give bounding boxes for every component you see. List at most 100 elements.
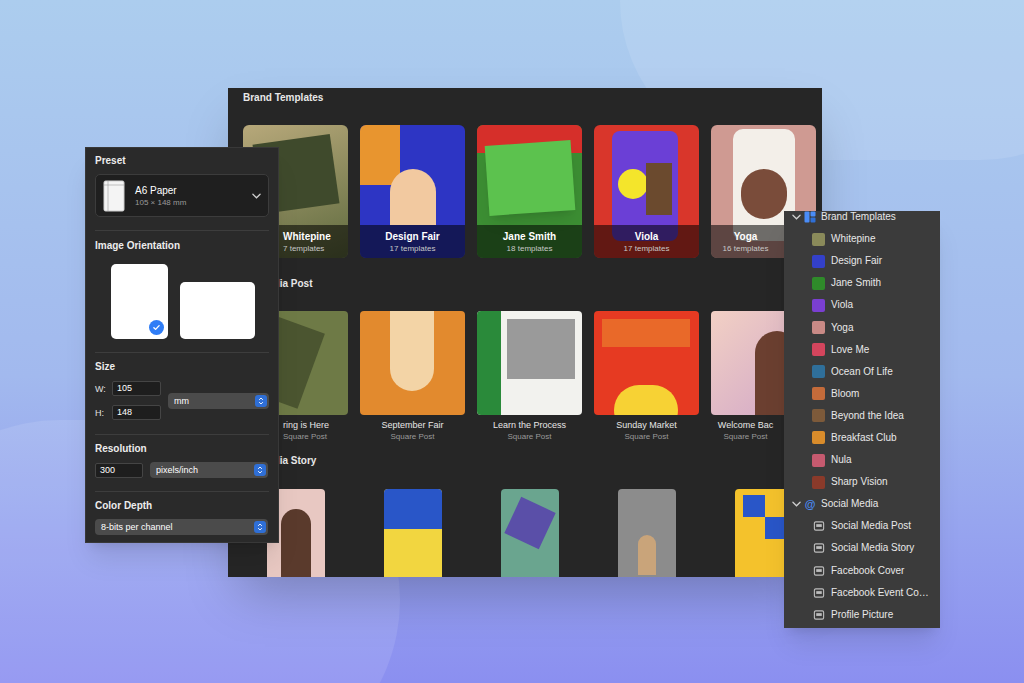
disclosure-icon[interactable] bbox=[792, 501, 801, 507]
color-depth-dropdown[interactable]: 8-bits per channel bbox=[95, 519, 268, 535]
post-card[interactable]: Sunday MarketSquare Post bbox=[594, 311, 699, 442]
tree-item[interactable]: Facebook Event Co… bbox=[784, 582, 940, 604]
card-label: Viola17 templates bbox=[594, 225, 699, 258]
group-label: Brand Templates bbox=[821, 211, 896, 223]
thumbnail-icon bbox=[812, 365, 825, 378]
thumbnail-icon bbox=[812, 409, 825, 422]
landscape-option[interactable] bbox=[180, 282, 255, 339]
section-title: edia Story bbox=[243, 454, 822, 468]
post-title: September Fair bbox=[381, 419, 443, 431]
width-field[interactable]: 105 bbox=[112, 381, 161, 396]
separator bbox=[95, 352, 269, 353]
panel-label: Preset bbox=[95, 148, 269, 168]
format-icon bbox=[812, 564, 825, 577]
item-label: Jane Smith bbox=[831, 277, 881, 289]
thumbnail-icon bbox=[812, 343, 825, 356]
format-icon bbox=[812, 608, 825, 621]
card-count: 7 templates bbox=[283, 243, 324, 254]
thumbnail-icon bbox=[812, 255, 825, 268]
panel-label: Image Orientation bbox=[95, 231, 269, 253]
post-title: Learn the Process bbox=[493, 419, 566, 431]
item-label: Beyond the Idea bbox=[831, 410, 904, 422]
tree-item[interactable]: Sharp Vision bbox=[784, 471, 940, 493]
paper-icon bbox=[103, 180, 125, 212]
post-type: Square Post bbox=[624, 431, 668, 442]
tree-item[interactable]: Design Fair bbox=[784, 250, 940, 272]
stepper-icon bbox=[254, 521, 266, 533]
card-title: Viola bbox=[635, 230, 659, 243]
post-card[interactable]: September FairSquare Post bbox=[360, 311, 465, 442]
orientation-options bbox=[95, 264, 269, 339]
chevron-down-icon bbox=[252, 193, 261, 199]
section-title: Brand Templates bbox=[243, 88, 822, 105]
tree-item[interactable]: Breakfast Club bbox=[784, 427, 940, 449]
story-card[interactable] bbox=[360, 489, 465, 577]
tree-item[interactable]: Jane Smith bbox=[784, 272, 940, 294]
item-label: Bloom bbox=[831, 388, 859, 400]
document-panel: Preset A6 Paper 105 × 148 mm Image Orien… bbox=[85, 147, 279, 543]
resolution-field[interactable]: 300 bbox=[95, 463, 143, 478]
brand-icon bbox=[804, 211, 816, 223]
tree-item[interactable]: Ocean Of Life bbox=[784, 361, 940, 383]
thumbnail-icon bbox=[812, 299, 825, 312]
item-label: Design Fair bbox=[831, 255, 882, 267]
height-field[interactable]: 148 bbox=[112, 405, 161, 420]
story-card[interactable] bbox=[477, 489, 582, 577]
item-label: Yoga bbox=[831, 322, 853, 334]
story-card[interactable] bbox=[594, 489, 699, 577]
post-thumbnail bbox=[477, 311, 582, 415]
post-title: Welcome Bac bbox=[718, 419, 773, 431]
tree-item[interactable]: Nula bbox=[784, 449, 940, 471]
item-label: Ocean Of Life bbox=[831, 366, 893, 378]
item-label: Whitepine bbox=[831, 233, 875, 245]
post-type: Square Post bbox=[283, 431, 327, 442]
portrait-option[interactable] bbox=[111, 264, 168, 339]
desktop: Brand Templates Whitepine7 templatesDesi… bbox=[0, 0, 1024, 683]
preset-dropdown[interactable]: A6 Paper 105 × 148 mm bbox=[95, 174, 269, 217]
item-label: Breakfast Club bbox=[831, 432, 897, 444]
thumbnail-icon bbox=[812, 431, 825, 444]
tree-item[interactable]: Social Media Story bbox=[784, 537, 940, 559]
separator bbox=[95, 434, 269, 435]
resolution-unit-dropdown[interactable]: pixels/inch bbox=[150, 462, 268, 478]
preset-size: 105 × 148 mm bbox=[135, 197, 242, 208]
item-label: Viola bbox=[831, 299, 853, 311]
template-card[interactable]: Jane Smith18 templates bbox=[477, 125, 582, 258]
unit-dropdown[interactable]: mm bbox=[168, 393, 269, 409]
tree-item[interactable]: Facebook Cover bbox=[784, 560, 940, 582]
template-card[interactable]: Design Fair17 templates bbox=[360, 125, 465, 258]
card-title: Design Fair bbox=[385, 230, 439, 243]
color-depth-value: 8-bits per channel bbox=[101, 521, 254, 533]
format-icon bbox=[812, 520, 825, 533]
card-title: Jane Smith bbox=[503, 230, 556, 243]
card-row bbox=[243, 489, 822, 577]
tree-item[interactable]: Beyond the Idea bbox=[784, 405, 940, 427]
template-card[interactable]: Viola17 templates bbox=[594, 125, 699, 258]
at-icon: @ bbox=[804, 498, 816, 510]
tree-item[interactable]: Love Me bbox=[784, 339, 940, 361]
item-label: Sharp Vision bbox=[831, 476, 888, 488]
tree-item[interactable]: Profile Picture bbox=[784, 604, 940, 626]
tree-group[interactable]: Brand Templates bbox=[784, 211, 940, 228]
post-title: Sunday Market bbox=[616, 419, 677, 431]
story-thumbnail bbox=[384, 489, 442, 577]
tree-item[interactable]: Whitepine bbox=[784, 228, 940, 250]
tree-item[interactable]: Yoga bbox=[784, 316, 940, 338]
story-thumbnail bbox=[501, 489, 559, 577]
tree-item[interactable]: Bloom bbox=[784, 383, 940, 405]
resolution-unit-value: pixels/inch bbox=[156, 464, 254, 476]
template-sidebar: Brand Templates Whitepine Design Fair Jane … bbox=[784, 211, 940, 628]
disclosure-icon[interactable] bbox=[792, 214, 801, 220]
post-type: Square Post bbox=[507, 431, 551, 442]
post-card[interactable]: Learn the ProcessSquare Post bbox=[477, 311, 582, 442]
tree-group[interactable]: @ Social Media bbox=[784, 493, 940, 515]
stepper-icon bbox=[254, 464, 266, 476]
tree-item[interactable]: Viola bbox=[784, 294, 940, 316]
tree-item[interactable]: Social Media Post bbox=[784, 515, 940, 537]
card-count: 17 templates bbox=[390, 243, 436, 254]
thumbnail-icon bbox=[812, 233, 825, 246]
card-title: Whitepine bbox=[283, 230, 331, 243]
thumbnail-icon bbox=[812, 321, 825, 334]
group-label: Social Media bbox=[821, 498, 878, 510]
card-row: Whitepine7 templates Design Fair17 templa… bbox=[243, 125, 822, 258]
